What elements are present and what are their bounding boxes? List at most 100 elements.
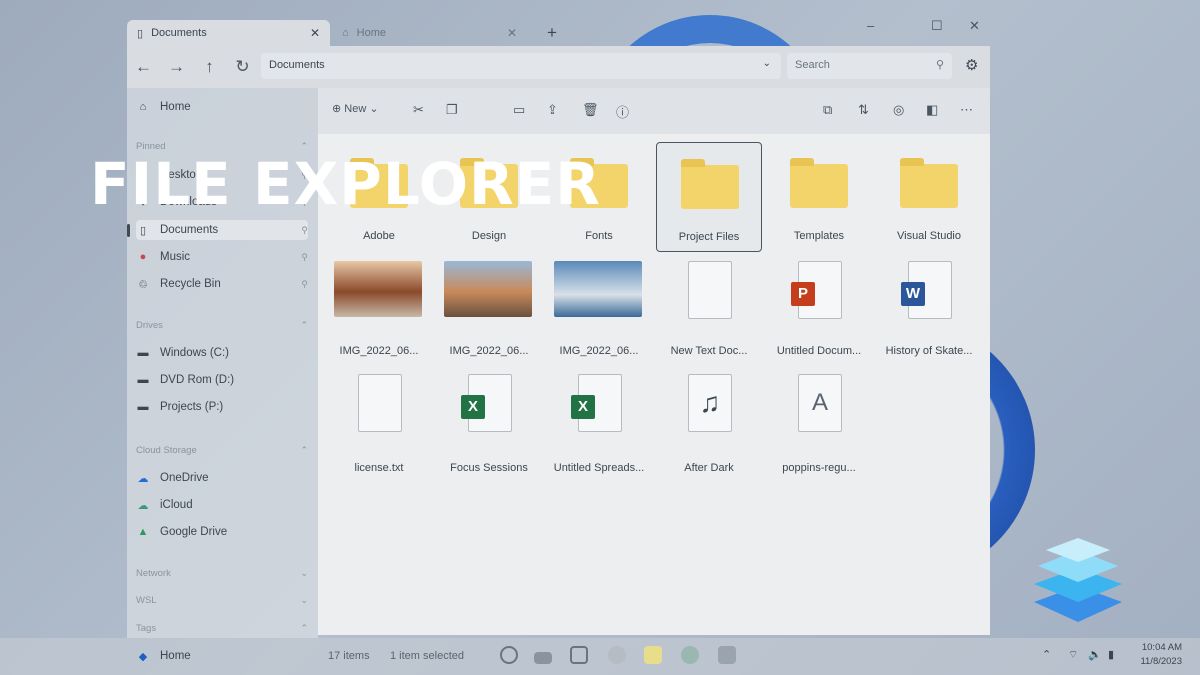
battery-icon[interactable]: ▮ — [1108, 648, 1114, 661]
chevron-down-icon[interactable]: ⌄ — [300, 595, 308, 606]
sidebar-item-home[interactable]: ⌂ Home — [136, 97, 308, 117]
forward-button[interactable]: → — [160, 57, 193, 77]
file-item[interactable]: W History of Skate... — [876, 255, 982, 365]
chevron-up-icon[interactable]: ⌃ — [300, 320, 308, 331]
document-icon: ▯ — [137, 27, 144, 40]
file-name: History of Skate... — [885, 345, 973, 357]
tab-bar: ▯ Documents ✕ ⌂ Home ✕ + – ☐ ✕ — [127, 18, 990, 46]
maximize-button[interactable]: ☐ — [931, 18, 943, 34]
file-explorer-window: ▯ Documents ✕ ⌂ Home ✕ + – ☐ ✕ ← → ↑ ↻ Docum… — [127, 18, 990, 638]
clock[interactable]: 10:04 AM 11/8/2023 — [1140, 641, 1182, 669]
file-item[interactable]: IMG_2022_06... — [436, 255, 542, 365]
file-name: IMG_2022_06... — [339, 345, 419, 357]
sidebar-item-recycle-bin[interactable]: ♲ Recycle Bin ⚲ — [136, 274, 308, 294]
pin-icon[interactable]: ⚲ — [301, 252, 308, 263]
edge-icon[interactable] — [681, 646, 699, 664]
rename-icon[interactable]: ▭ — [513, 102, 525, 118]
sidebar-item-drive-c[interactable]: ▬ Windows (C:) — [136, 343, 308, 363]
text-file-icon — [688, 261, 732, 319]
details-pane-icon[interactable]: ◧ — [926, 102, 938, 118]
file-item[interactable]: license.txt — [326, 368, 432, 478]
file-name: Fonts — [585, 230, 613, 242]
more-options-icon[interactable]: ⋯ — [960, 102, 973, 118]
new-button[interactable]: ⊕ New ⌄ — [332, 102, 379, 115]
font-file-icon: A — [798, 374, 842, 432]
file-item[interactable]: X Untitled Spreads... — [546, 368, 652, 478]
chat-icon[interactable] — [608, 646, 626, 664]
tab-documents[interactable]: ▯ Documents ✕ — [127, 20, 330, 46]
cut-icon[interactable]: ✂ — [413, 102, 424, 118]
address-bar[interactable]: Documents ⌄ — [261, 53, 781, 79]
file-name: license.txt — [354, 462, 404, 474]
file-explorer-taskbar-icon[interactable] — [644, 646, 662, 664]
wifi-icon[interactable]: ⌔ — [1068, 648, 1078, 662]
file-name: New Text Doc... — [670, 345, 748, 357]
item-count: 17 items — [328, 650, 370, 662]
file-item[interactable]: Apoppins-regu... — [766, 368, 872, 478]
section-wsl[interactable]: WSL ⌄ — [136, 595, 308, 606]
search-input[interactable]: Search ⚲ — [787, 53, 952, 79]
recycle-bin-icon: ♲ — [138, 278, 148, 291]
file-item[interactable]: New Text Doc... — [656, 255, 762, 365]
file-item[interactable]: X Focus Sessions — [436, 368, 542, 478]
chevron-down-icon[interactable]: ⌄ — [300, 568, 308, 579]
sidebar-item-drive-p[interactable]: ▬ Projects (P:) — [136, 397, 308, 417]
file-item[interactable]: Visual Studio — [876, 142, 982, 252]
excel-file-icon: X — [571, 374, 622, 432]
sidebar-item-onedrive[interactable]: ☁ OneDrive — [136, 468, 308, 488]
sidebar-item-icloud[interactable]: ☁ iCloud — [136, 495, 308, 515]
drive-icon: ▬ — [137, 374, 149, 386]
tab-home[interactable]: ⌂ Home ✕ — [332, 20, 527, 46]
chevron-down-icon[interactable]: ⌄ — [763, 58, 771, 69]
section-network[interactable]: Network ⌄ — [136, 568, 308, 579]
file-item[interactable]: P Untitled Docum... — [766, 255, 872, 365]
section-cloud-storage[interactable]: Cloud Storage ⌃ — [136, 445, 308, 456]
share-icon[interactable]: ⇪ — [547, 102, 558, 118]
chevron-up-icon[interactable]: ⌃ — [1042, 648, 1051, 661]
volume-icon[interactable]: 🔈 — [1088, 648, 1102, 661]
file-name: Untitled Docum... — [776, 345, 862, 357]
sort-icon[interactable]: ⇅ — [858, 102, 869, 118]
file-name: IMG_2022_06... — [559, 345, 639, 357]
sidebar-item-music[interactable]: ● Music ⚲ — [136, 247, 308, 267]
section-tags[interactable]: Tags ⌃ — [136, 623, 308, 634]
close-tab-icon[interactable]: ✕ — [310, 26, 320, 40]
close-tab-icon[interactable]: ✕ — [507, 26, 517, 40]
info-icon[interactable]: ⓘ — [616, 102, 629, 121]
file-name: poppins-regu... — [782, 462, 856, 474]
word-file-icon: W — [901, 261, 952, 319]
settings-gear-icon[interactable]: ⚙ — [965, 56, 978, 74]
pin-icon[interactable]: ⚲ — [301, 225, 308, 236]
search-taskbar-icon[interactable] — [500, 646, 518, 664]
back-button[interactable]: ← — [127, 57, 160, 77]
chevron-up-icon[interactable]: ⌃ — [300, 623, 308, 634]
chevron-up-icon[interactable]: ⌃ — [300, 445, 308, 456]
pin-icon[interactable]: ⚲ — [301, 279, 308, 290]
delete-icon[interactable]: 🗑 — [582, 102, 599, 118]
file-item[interactable]: Project Files — [656, 142, 762, 252]
section-drives[interactable]: Drives ⌃ — [136, 320, 308, 331]
file-item[interactable]: Templates — [766, 142, 872, 252]
copy-icon[interactable]: ❐ — [446, 102, 458, 118]
sidebar-item-documents[interactable]: ▯ Documents ⚲ — [127, 220, 308, 240]
file-name: Design — [471, 230, 507, 242]
sidebar-item-drive-d[interactable]: ▬ DVD Rom (D:) — [136, 370, 308, 390]
sidebar-item-tag-home[interactable]: ◆ Home — [136, 646, 308, 666]
refresh-button[interactable]: ↻ — [226, 57, 259, 77]
minimize-button[interactable]: – — [867, 18, 874, 33]
file-item[interactable]: IMG_2022_06... — [326, 255, 432, 365]
store-icon[interactable] — [718, 646, 736, 664]
new-tab-button[interactable]: + — [537, 20, 567, 46]
folder-icon — [900, 158, 958, 208]
file-item[interactable]: IMG_2022_06... — [546, 255, 652, 365]
preview-icon[interactable]: ◎ — [893, 102, 904, 118]
close-window-button[interactable]: ✕ — [969, 18, 980, 34]
file-item[interactable]: ♫ After Dark — [656, 368, 762, 478]
task-view-icon[interactable] — [534, 652, 552, 664]
google-drive-icon: ▲ — [137, 526, 149, 538]
up-button[interactable]: ↑ — [193, 57, 226, 77]
layout-icon[interactable]: ⧉ — [823, 102, 832, 118]
widgets-icon[interactable] — [570, 646, 588, 664]
home-icon: ⌂ — [139, 101, 147, 113]
sidebar-item-google-drive[interactable]: ▲ Google Drive — [136, 522, 308, 542]
